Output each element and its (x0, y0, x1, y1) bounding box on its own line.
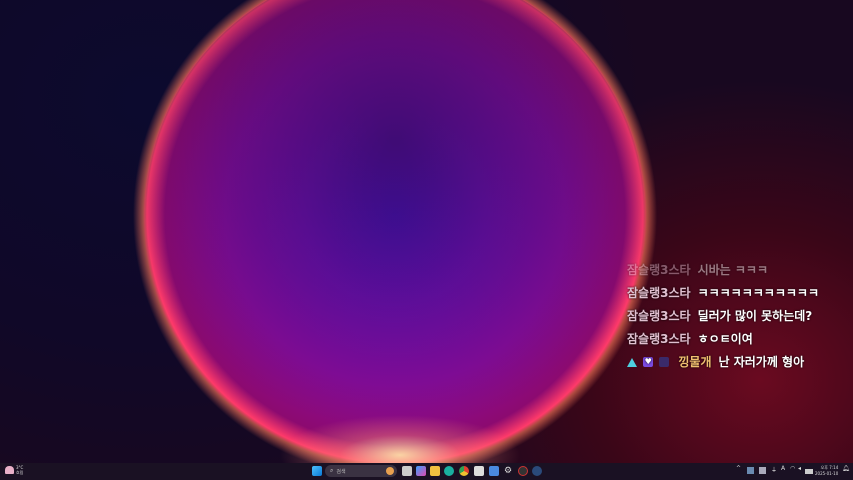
chat-nick: 잠슬랭3스타 (627, 286, 691, 300)
tray-app-icon[interactable] (759, 467, 766, 474)
task-view-icon[interactable] (402, 466, 412, 476)
chat-nick: 잠슬랭3스타 (627, 263, 691, 277)
show-hidden-icons-chevron-icon[interactable]: ^ (736, 465, 741, 472)
tray-app-icon[interactable] (747, 467, 754, 474)
tray-usb-icon[interactable]: ⏚ (771, 465, 777, 474)
tier-badge-icon (659, 357, 670, 367)
chat-nick: 낑물개 (678, 355, 712, 369)
chrome-icon[interactable] (459, 466, 469, 476)
heart-badge-icon: ♥ (643, 357, 654, 367)
notification-bell-icon[interactable]: 🔔︎ (842, 465, 850, 472)
chat-message: 잠슬랭3스타 ㅋㅋㅋㅋㅋㅋㅋㅋㅋㅋㅋ (627, 281, 819, 304)
search-highlight-icon (386, 467, 394, 475)
wifi-icon[interactable]: ◠ (790, 465, 795, 472)
chat-overlay: 잠슬랭3스타 시바는 ㅋㅋㅋ 잠슬랭3스타 ㅋㅋㅋㅋㅋㅋㅋㅋㅋㅋㅋ 잠슬랭3스타 딜러… (627, 258, 819, 373)
chat-nick: 잠슬랭3스타 (627, 332, 691, 346)
obs-icon[interactable] (518, 466, 528, 476)
chat-text: 난 자러가께 형아 (718, 355, 805, 369)
settings-icon[interactable]: ⚙ (504, 466, 514, 476)
chat-message: 잠슬랭3스타 딜러가 많이 못하는데? (627, 304, 819, 327)
input-language-indicator[interactable]: A (781, 465, 785, 472)
taskbar (0, 463, 853, 480)
volume-icon[interactable]: ◂ (798, 465, 801, 472)
chat-nick: 잠슬랭3스타 (627, 309, 691, 323)
chat-text: ㅋㅋㅋㅋㅋㅋㅋㅋㅋㅋㅋ (697, 286, 820, 300)
triangle-badge-icon (627, 357, 637, 367)
weather-condition: 흐림 (16, 470, 24, 475)
chat-text: 시바는 ㅋㅋㅋ (697, 263, 768, 277)
chat-text: 딜러가 많이 못하는데? (697, 309, 813, 323)
start-button[interactable] (312, 466, 322, 476)
chat-message: 잠슬랭3스타 ㅎㅇㅌ이여 (627, 327, 819, 350)
copilot-icon[interactable] (416, 466, 426, 476)
edge-icon[interactable] (444, 466, 454, 476)
weather-icon (5, 466, 14, 474)
steam-icon[interactable] (532, 466, 542, 476)
file-explorer-icon[interactable] (430, 466, 440, 476)
chat-message: ♥ 낑물개 난 자러가께 형아 (627, 350, 819, 373)
battery-icon[interactable] (805, 469, 813, 474)
weather-widget[interactable]: 3°C 흐림 (5, 465, 23, 475)
store-icon[interactable] (474, 466, 484, 476)
music-app-icon[interactable] (489, 466, 499, 476)
chat-text: ㅎㅇㅌ이여 (697, 332, 753, 346)
search-box[interactable]: ⌕ 검색 (325, 465, 397, 477)
chat-message: 잠슬랭3스타 시바는 ㅋㅋㅋ (627, 258, 819, 281)
clock-date: 2025-01-10 (815, 471, 839, 476)
search-icon: ⌕ (330, 467, 334, 474)
search-placeholder: 검색 (336, 468, 346, 475)
clock[interactable]: 오후 7:14 2025-01-10 (815, 465, 838, 477)
